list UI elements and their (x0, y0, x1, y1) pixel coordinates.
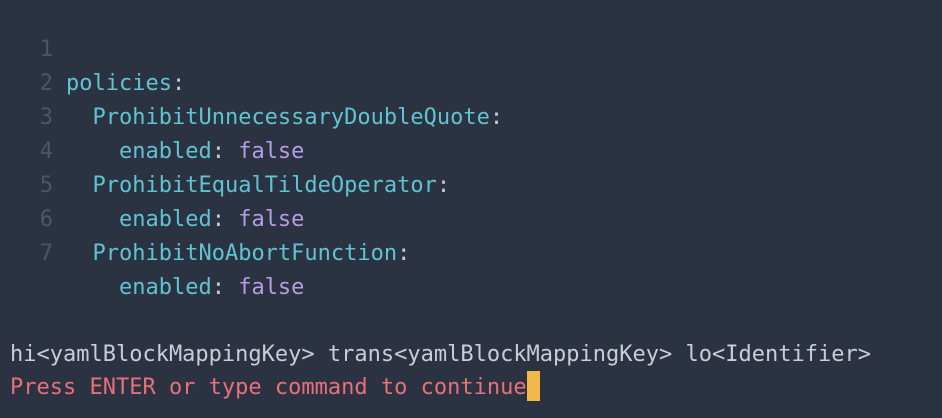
command-line-prompt[interactable]: Press ENTER or type command to continue (10, 371, 540, 405)
line-number: 7 (39, 241, 53, 266)
yaml-key: ProhibitNoAbortFunction (92, 241, 398, 266)
code-line-1: 1 policies: (0, 0, 942, 96)
editor-buffer[interactable]: 1 policies: 2 ProhibitUnnecessaryDoubleQ… (0, 0, 942, 300)
yaml-value: false (224, 275, 305, 300)
code-line-5: 5 enabled: false (0, 135, 942, 232)
yaml-colon: : (211, 275, 225, 300)
block-cursor (526, 371, 540, 401)
code-line-2: 2 ProhibitUnnecessaryDoubleQuote: (0, 33, 942, 130)
code-content: enabled: false (66, 271, 304, 305)
code-content: ProhibitNoAbortFunction: (66, 237, 411, 271)
highlight-group-message: hi<yamlBlockMappingKey> trans<yamlBlockM… (10, 342, 871, 367)
yaml-key: enabled (118, 275, 212, 300)
code-line-7: 7 enabled: false (0, 203, 942, 300)
press-enter-message: Press ENTER or type command to continue (10, 375, 527, 400)
code-line-3: 3 enabled: false (0, 67, 942, 164)
yaml-colon: : (397, 241, 411, 266)
code-line-6: 6 ProhibitNoAbortFunction: (0, 169, 942, 266)
code-line-4: 4 ProhibitEqualTildeOperator: (0, 101, 942, 198)
